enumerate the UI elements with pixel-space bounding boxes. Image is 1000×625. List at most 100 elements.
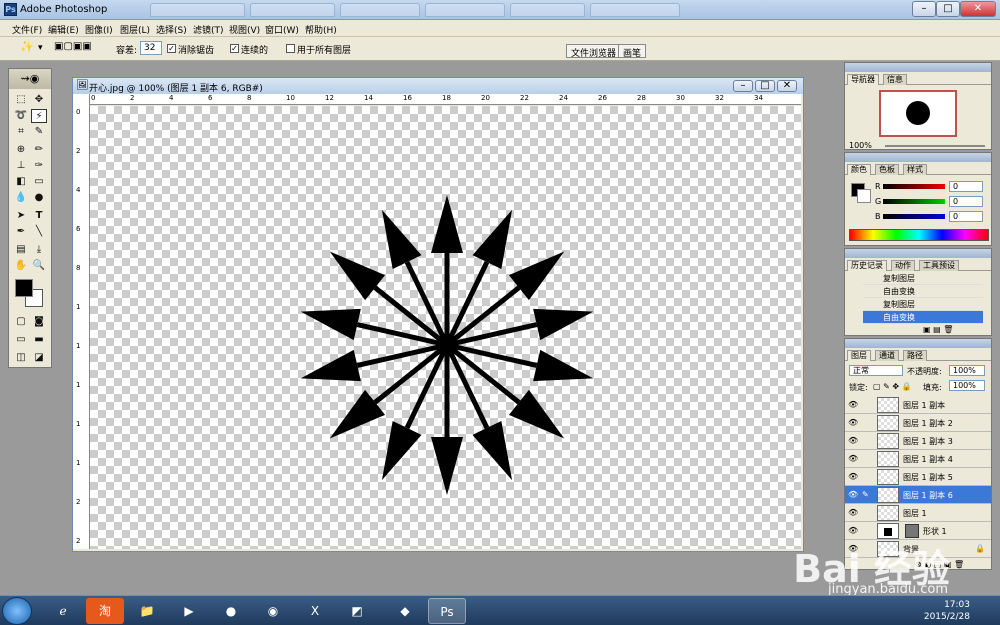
clock[interactable]: 17:03 2015/2/28 [924,599,970,623]
eye-icon[interactable]: 👁 [848,472,858,481]
lock-icons[interactable]: ▢ ✎ ✥ 🔒 [873,382,912,391]
folder-icon[interactable]: 📁 [128,598,166,624]
background-tab[interactable] [150,3,245,17]
magic-wand-tool-icon[interactable]: ⚡ [31,109,47,123]
background-tab[interactable] [510,3,585,17]
background-tab[interactable] [425,3,505,17]
window-app-icon[interactable]: ◩ [338,598,376,624]
channel-b-slider[interactable] [883,214,945,219]
type-icon[interactable]: T [31,209,47,223]
magic-wand-icon[interactable]: ✨ [20,40,34,53]
tab-layers[interactable]: 图层 [847,350,871,361]
layer-row-selected[interactable]: 👁 ✎ 图层 1 副本 6 [845,486,991,504]
hand-icon[interactable]: ✋ [13,259,29,273]
menu-file[interactable]: 文件(F) [12,23,42,36]
zoom-icon[interactable]: 🔍 [31,259,47,273]
history-item[interactable]: 自由变换 [863,285,983,298]
history-item-selected[interactable]: 自由变换 [863,311,983,324]
opacity-input[interactable]: 100% [949,365,985,376]
tolerance-input[interactable]: 32 [140,41,162,55]
chevron-down-icon[interactable]: ▾ [38,43,43,53]
eye-icon[interactable]: 👁 [848,508,858,517]
color-spectrum-bar[interactable] [849,229,989,241]
all-layers-checkbox[interactable] [286,44,295,53]
pen-icon[interactable]: ✒ [13,225,29,239]
navigator-zoom[interactable]: 100% [849,141,872,150]
blue-app-icon[interactable]: ◆ [386,598,424,624]
standard-mode-icon[interactable]: ▢ [13,315,29,329]
menu-help[interactable]: 帮助(H) [305,23,337,36]
blur-icon[interactable]: 💧 [13,191,29,205]
line-icon[interactable]: ╲ [31,225,47,239]
menu-select[interactable]: 选择(S) [156,23,187,36]
file-browser-tab[interactable]: 文件浏览器 [566,44,622,59]
jump-to-imageready-icon[interactable]: ◫ [13,351,29,365]
quick-mask-icon[interactable]: ◙ [31,315,47,329]
tab-tool-presets[interactable]: 工具预设 [919,260,959,271]
layer-row[interactable]: 👁 图层 1 副本 3 [845,432,991,450]
tab-color[interactable]: 颜色 [847,164,871,175]
eye-icon[interactable]: 👁 [848,418,858,427]
screen-mode-icon[interactable]: ▭ [13,333,29,347]
fullscreen-mode-icon[interactable]: ▬ [31,333,47,347]
eye-icon[interactable]: 👁 [848,490,858,499]
channel-g-slider[interactable] [883,199,945,204]
vertical-ruler[interactable]: 0 2 4 6 8 1 1 1 1 1 2 2 [73,94,90,549]
background-tab[interactable] [340,3,420,17]
eye-icon[interactable]: 👁 [848,400,858,409]
layer-row[interactable]: 👁 图层 1 副本 4 [845,450,991,468]
foreground-color-swatch-top[interactable] [15,279,33,297]
history-item[interactable]: 复制图层 [863,298,983,311]
chrome-icon[interactable]: ◉ [254,598,292,624]
excel-icon[interactable]: X [296,598,334,624]
tab-navigator[interactable]: 导航器 [847,74,879,85]
menu-window[interactable]: 窗口(W) [265,23,299,36]
layer-row[interactable]: 👁 图层 1 [845,504,991,522]
antialias-checkbox[interactable]: ✓ [167,44,176,53]
tab-info[interactable]: 信息 [883,74,907,85]
eyedropper-icon[interactable]: ⤓ [31,243,47,257]
jump-to-imageready-alt-icon[interactable]: ◪ [31,351,47,365]
menu-view[interactable]: 视图(V) [229,23,260,36]
layer-row[interactable]: 👁 图层 1 副本 5 [845,468,991,486]
slice-icon[interactable]: ✎ [31,125,47,139]
eraser-icon[interactable]: ◧ [13,175,29,189]
maximize-icon[interactable]: □ [936,1,960,17]
menu-image[interactable]: 图像(I) [85,23,113,36]
feather-logo-icon[interactable]: ⇝◉ [9,69,51,89]
bg-color-chip[interactable] [857,189,871,203]
move-icon[interactable]: ✥ [31,93,47,107]
tab-history[interactable]: 历史记录 [847,260,887,271]
crop-icon[interactable]: ⌗ [13,125,29,139]
green-app-icon[interactable]: ● [212,598,250,624]
fill-input[interactable]: 100% [949,380,985,391]
background-tab[interactable] [590,3,680,17]
brushes-tab[interactable]: 画笔 [618,44,647,59]
contiguous-checkbox[interactable]: ✓ [230,44,239,53]
doc-minimize-icon[interactable]: – [733,80,753,92]
marquee-icon[interactable]: ⬚ [13,93,29,107]
layer-row[interactable]: 👁 图层 1 副本 2 [845,414,991,432]
tab-channels[interactable]: 通道 [875,350,899,361]
ie-icon[interactable]: ℯ [44,598,82,624]
healing-brush-icon[interactable]: ⊕ [13,143,29,157]
arrow-burst-shape[interactable] [90,106,801,549]
menu-layer[interactable]: 图层(L) [120,23,150,36]
dodge-icon[interactable]: ● [31,191,47,205]
history-brush-icon[interactable]: ✑ [31,159,47,173]
channel-b-value[interactable]: 0 [949,211,983,222]
canvas[interactable] [90,106,801,549]
media-player-icon[interactable]: ▶ [170,598,208,624]
notes-icon[interactable]: ▤ [13,243,29,257]
eye-icon[interactable]: 👁 [848,526,858,535]
tab-paths[interactable]: 路径 [903,350,927,361]
close-icon[interactable]: ✕ [960,1,996,17]
photoshop-taskbar-icon[interactable]: Ps [428,598,466,624]
background-tab[interactable] [250,3,335,17]
clone-stamp-icon[interactable]: ⊥ [13,159,29,173]
history-item[interactable]: 复制图层 [863,272,983,285]
path-select-icon[interactable]: ➤ [13,209,29,223]
blend-mode-select[interactable]: 正常 [849,365,903,376]
channel-r-value[interactable]: 0 [949,181,983,192]
menu-filter[interactable]: 滤镜(T) [193,23,224,36]
